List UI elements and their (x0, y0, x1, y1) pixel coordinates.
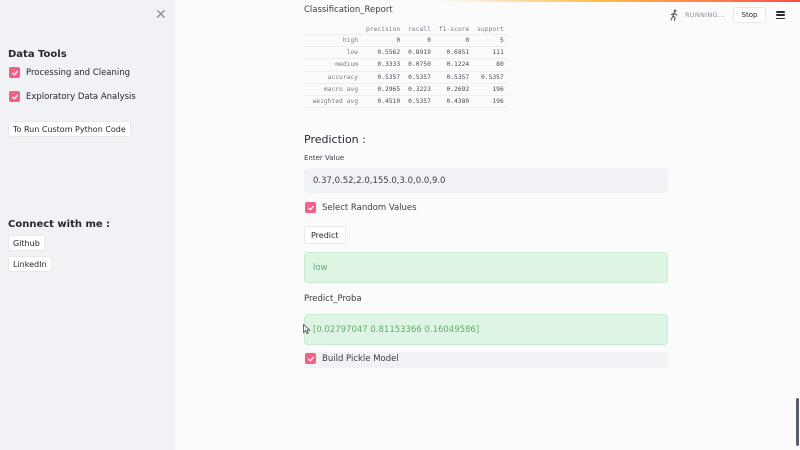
table-row: weighted avg 0.4510 0.5357 0.4380 196 (304, 95, 508, 109)
classification-report-table: precision recall f1-score support high 0… (304, 24, 508, 109)
status-text: RUNNING... (684, 11, 725, 19)
predict-proba-label: Predict_Proba (304, 294, 362, 304)
column-header: f1-score (434, 24, 474, 35)
row-label: accuracy (304, 71, 362, 84)
proba-result-box: [0.02797047 0.81153366 0.16049586] (304, 314, 668, 345)
enter-value-label: Enter Value (304, 154, 345, 162)
table-cell: 80 (473, 58, 508, 72)
data-tools-heading: Data Tools (8, 49, 67, 60)
table-cell: 0.2965 (362, 83, 405, 96)
row-label: high (304, 34, 362, 48)
table-cell: 0.5357 (362, 71, 405, 84)
table-cell: 0.5357 (473, 71, 508, 84)
github-button[interactable]: Github (8, 235, 45, 251)
checkbox-label: Processing and Cleaning (26, 67, 131, 78)
table-row: macro avg 0.2965 0.3223 0.2692 196 (304, 83, 508, 96)
stop-button[interactable]: Stop (733, 7, 766, 23)
table-cell: 0.1224 (434, 58, 474, 72)
checkbox-checked-icon[interactable] (9, 91, 20, 102)
table-row: high 0 0 0 5 (304, 34, 508, 48)
enter-value-input[interactable]: 0.37,0.52,2.0,155.0,3.0,0.0,9.0 (304, 168, 668, 193)
checkbox-label: Exploratory Data Analysis (26, 91, 136, 102)
eda-checkbox[interactable]: Exploratory Data Analysis (9, 91, 136, 102)
running-man-icon (670, 9, 678, 21)
scrollbar-thumb[interactable] (796, 398, 799, 446)
build-pickle-model-checkbox[interactable]: Build Pickle Model (305, 353, 399, 364)
table-cell: 0.2692 (434, 83, 474, 96)
column-header: precision (362, 24, 405, 35)
table-cell: 0.3333 (362, 58, 405, 72)
table-cell: 0.4510 (362, 95, 405, 109)
prediction-result-box: low (304, 252, 668, 283)
classification-report-title: Classification_Report (304, 5, 393, 15)
custom-python-code-button[interactable]: To Run Custom Python Code (8, 121, 131, 137)
sidebar: ✕ Data Tools Processing and Cleaning Exp… (0, 0, 175, 450)
table-header-row: precision recall f1-score support (304, 24, 508, 35)
row-label: medium (304, 58, 362, 72)
proba-result-text: [0.02797047 0.81153366 0.16049586] (313, 324, 480, 335)
main-content: Classification_Report precision recall f… (175, 0, 800, 450)
table-cell: 196 (473, 83, 508, 96)
row-label: weighted avg (304, 95, 362, 109)
connect-heading: Connect with me : (8, 219, 111, 230)
linkedin-button[interactable]: LinkedIn (8, 256, 52, 272)
table-cell: 0 (362, 34, 405, 48)
select-random-values-checkbox[interactable]: Select Random Values (305, 202, 417, 213)
checkbox-checked-icon[interactable] (9, 67, 20, 78)
table-row: accuracy 0.5357 0.5357 0.5357 0.5357 (304, 71, 508, 84)
column-header: recall (404, 24, 435, 35)
table-cell: 0.0750 (404, 58, 435, 72)
table-cell: 5 (473, 34, 508, 48)
table-cell: 0.3223 (404, 83, 435, 96)
close-icon[interactable]: ✕ (155, 7, 167, 23)
running-status: RUNNING... (668, 9, 725, 21)
table-cell: 0.5357 (434, 71, 474, 84)
table-cell: 0 (434, 34, 474, 48)
table-cell: 0.5357 (404, 71, 435, 84)
row-label: low (304, 46, 362, 60)
processing-cleaning-checkbox[interactable]: Processing and Cleaning (9, 67, 130, 78)
prediction-heading: Prediction : (304, 133, 366, 146)
table-cell: 0.5562 (362, 46, 405, 60)
table-corner-cell (304, 24, 362, 35)
table-row: low 0.5562 0.8919 0.6851 111 (304, 46, 508, 60)
prediction-result-text: low (313, 262, 328, 273)
checkbox-label: Build Pickle Model (322, 353, 399, 364)
row-label: macro avg (304, 83, 362, 96)
table-cell: 0 (404, 34, 435, 48)
checkbox-checked-icon[interactable] (305, 353, 316, 364)
table-cell: 0.8919 (404, 46, 435, 60)
checkbox-checked-icon[interactable] (305, 202, 316, 213)
table-cell: 0.5357 (404, 95, 435, 109)
checkbox-label: Select Random Values (322, 202, 417, 213)
predict-button[interactable]: Predict (304, 226, 346, 244)
table-cell: 0.6851 (434, 46, 474, 60)
table-cell: 111 (473, 46, 508, 60)
mouse-cursor-icon (303, 324, 311, 334)
hamburger-menu-icon[interactable] (776, 11, 785, 19)
column-header: support (473, 24, 508, 35)
table-cell: 0.4380 (434, 95, 474, 109)
table-cell: 196 (473, 95, 508, 109)
table-row: medium 0.3333 0.0750 0.1224 80 (304, 58, 508, 72)
